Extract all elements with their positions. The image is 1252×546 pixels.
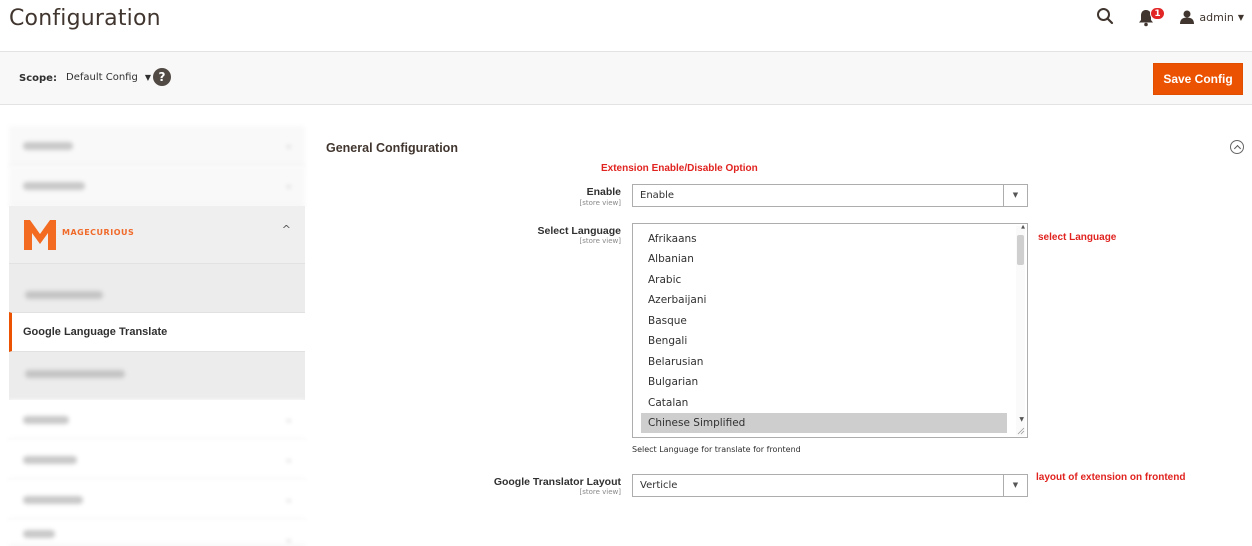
enable-value: Enable [640,190,675,201]
chevron-down-icon: ▼ [1237,12,1244,22]
annotation-language: select Language [1038,232,1117,243]
enable-select[interactable]: Enable ▼ [632,184,1028,207]
annotation-enable: Extension Enable/Disable Option [601,163,758,174]
user-icon [1180,10,1195,24]
header-actions: 1 admin ▼ [1096,6,1244,28]
sidebar-item[interactable]: ⌄ [9,520,305,546]
page-title: Configuration [9,6,161,31]
scroll-down-icon[interactable]: ▼ [1019,416,1024,423]
scroll-thumb[interactable] [1017,235,1024,265]
language-label: Select Language [537,225,621,237]
scope-bar: Scope: Default Config ▼ ? Save Config [0,51,1252,105]
list-item-selected[interactable]: Chinese Simplified [641,413,1007,433]
sidebar-item-google-language-translate[interactable]: Google Language Translate [9,312,305,352]
layout-value: Verticle [640,480,678,491]
annotation-layout: layout of extension on frontend [1036,472,1186,483]
chevron-up-icon: ^ [281,223,291,236]
brand-name: MAGECURIOUS [62,228,135,237]
language-scope: [store view] [579,237,621,245]
enable-label: Enable [586,186,621,198]
sidebar-item[interactable]: ⌄ [9,400,305,440]
sidebar-subitem[interactable] [9,352,305,400]
scope-switcher[interactable]: Default Config ▼ [66,72,151,83]
user-menu[interactable]: admin ▼ [1180,10,1244,24]
sidebar-subitem[interactable] [9,264,305,312]
list-item[interactable]: Catalan [641,393,1007,413]
list-item[interactable]: Bulgarian [641,372,1007,392]
user-name: admin [1199,10,1234,24]
chevron-down-icon: ▼ [1003,185,1027,206]
chevron-down-icon: ▼ [144,73,151,82]
sidebar-item[interactable]: ⌄ [9,166,305,206]
list-item[interactable]: Albanian [641,249,1007,269]
search-button[interactable] [1096,7,1116,27]
sidebar-item-label: Google Language Translate [23,326,168,338]
layout-scope: [store view] [579,488,621,496]
magecurious-logo-icon [24,220,56,250]
sidebar-tab-magecurious[interactable]: MAGECURIOUS ^ [9,206,305,264]
section-title[interactable]: General Configuration [326,141,458,155]
sidebar-item[interactable]: ⌄ [9,126,305,166]
scope-label: Scope: [19,73,57,84]
notification-badge: 1 [1150,7,1165,20]
chevron-down-icon: ▼ [1003,475,1027,496]
language-hint: Select Language for translate for fronte… [632,445,801,454]
search-icon [1097,8,1114,25]
collapse-icon[interactable] [1230,140,1244,154]
resize-handle-icon[interactable] [1017,427,1025,435]
list-item[interactable]: Bengali [641,331,1007,351]
sidebar-item[interactable]: ⌄ [9,440,305,480]
list-item[interactable]: Belarusian [641,352,1007,372]
config-sidebar: ⌄ ⌄ MAGECURIOUS ^ Google Language Transl… [9,126,305,546]
list-item[interactable]: Arabic [641,270,1007,290]
sidebar-item[interactable]: ⌄ [9,480,305,520]
list-item[interactable]: Afrikaans [641,229,1007,249]
help-icon[interactable]: ? [153,68,171,86]
language-multiselect[interactable]: Afrikaans Albanian Arabic Azerbaijani Ba… [632,223,1028,438]
scope-value: Default Config [66,72,138,83]
sidebar-submenu: Google Language Translate [9,264,305,400]
list-item[interactable]: Azerbaijani [641,290,1007,310]
enable-scope: [store view] [579,199,621,207]
scroll-up-icon[interactable]: ▲ [1021,224,1025,230]
notifications-button[interactable]: 1 [1138,7,1166,27]
layout-label: Google Translator Layout [493,476,621,488]
layout-select[interactable]: Verticle ▼ [632,474,1028,497]
list-item[interactable]: Basque [641,311,1007,331]
save-config-button[interactable]: Save Config [1153,63,1243,95]
